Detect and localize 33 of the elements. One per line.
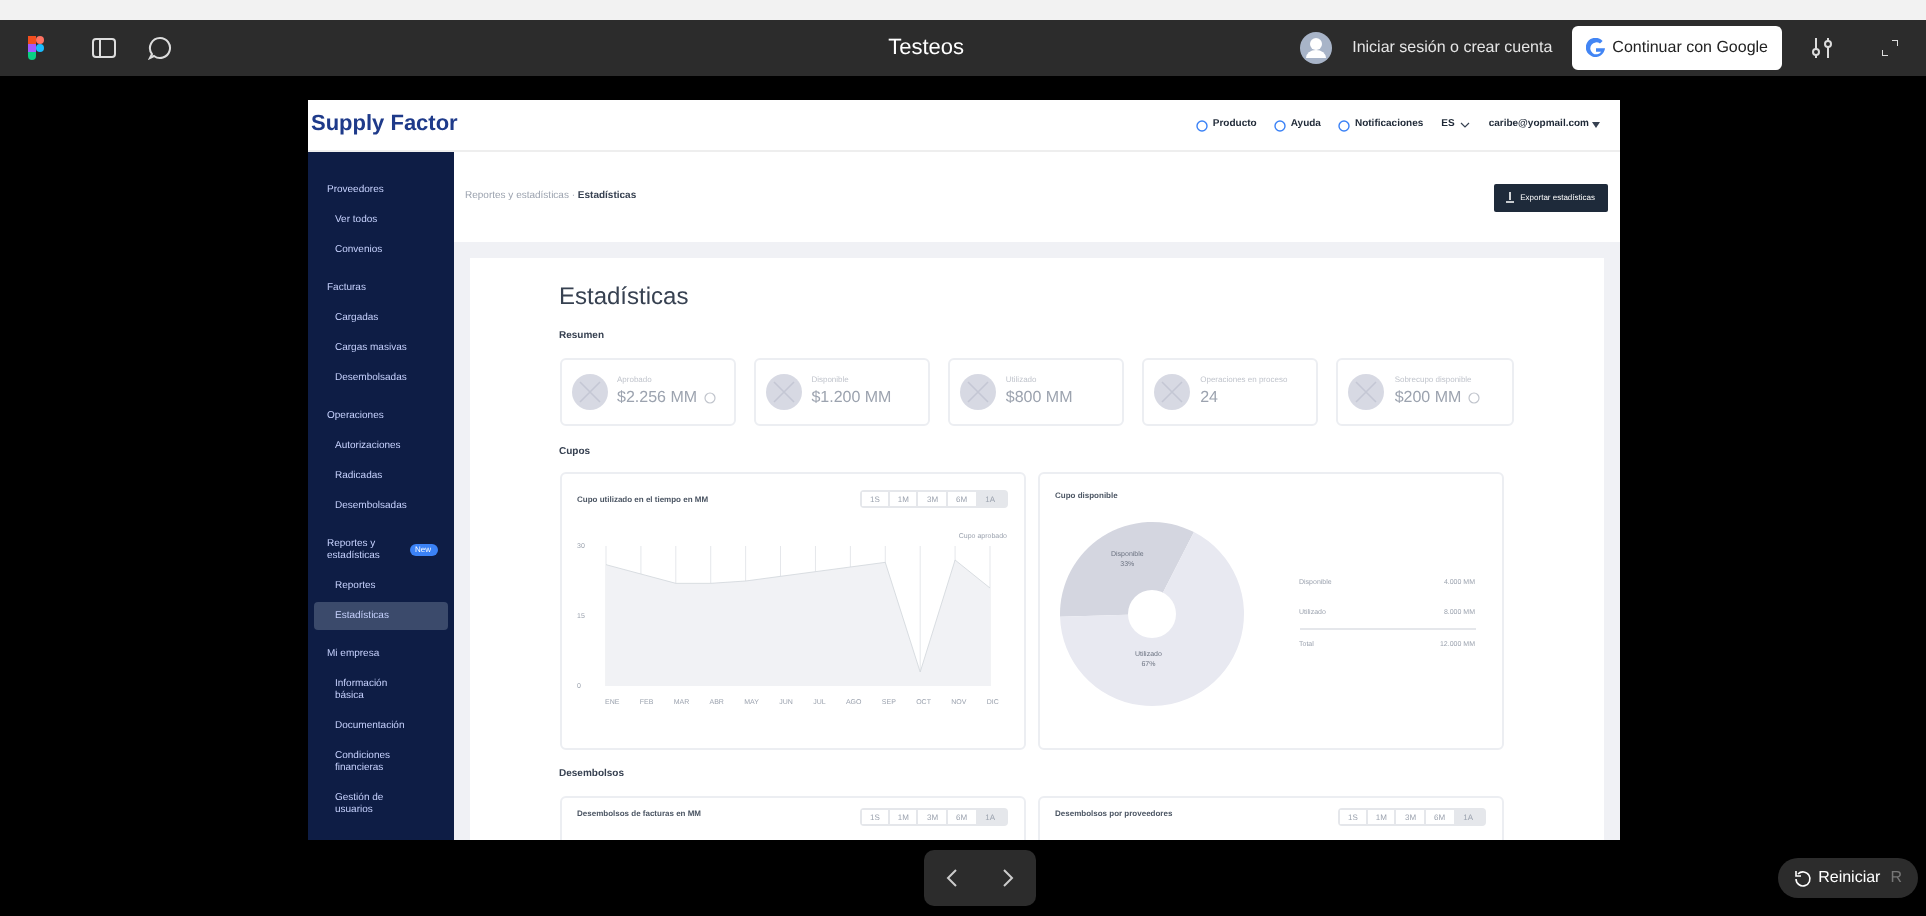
login-link[interactable]: Iniciar sesión o crear cuenta <box>1352 36 1553 60</box>
sidebar-toggle-icon[interactable] <box>92 38 116 58</box>
placeholder-image-icon <box>959 373 996 409</box>
restart-icon <box>1794 869 1813 887</box>
restart-button[interactable]: Reiniciar R <box>1778 858 1918 898</box>
settings-sliders-icon[interactable] <box>1810 36 1834 60</box>
app-logo-icon <box>28 36 44 60</box>
summary-value: $1.200 MM <box>811 385 892 409</box>
avatar-icon <box>1300 32 1333 64</box>
nav-icon <box>1196 119 1209 131</box>
summary-value: $2.256 MM <box>617 385 698 409</box>
download-icon <box>1506 191 1515 203</box>
chevron-down-icon <box>1460 122 1471 128</box>
page-title: Estadísticas <box>559 280 691 314</box>
nav-icon <box>1338 119 1351 131</box>
summary-value: $200 MM <box>1394 385 1462 409</box>
info-icon <box>703 391 716 403</box>
summary-value: 24 <box>1200 385 1219 409</box>
placeholder-image-icon <box>765 373 802 409</box>
info-icon <box>1467 391 1480 403</box>
comment-icon[interactable] <box>148 36 172 60</box>
shortcut-key: R <box>1890 866 1902 890</box>
window-title: Testeos <box>886 33 967 64</box>
placeholder-image-icon <box>1154 373 1191 409</box>
nav-icon <box>1274 119 1287 131</box>
expand-icon[interactable] <box>1882 40 1898 56</box>
caret-down-icon <box>1591 122 1599 128</box>
summary-value: $800 MM <box>1005 385 1073 409</box>
placeholder-image-icon <box>1348 373 1385 409</box>
google-button[interactable]: Continuar con Google <box>1572 26 1782 70</box>
placeholder-image-icon <box>571 373 607 409</box>
logo: Supply Factor <box>311 110 458 141</box>
google-logo-icon <box>1586 38 1607 58</box>
